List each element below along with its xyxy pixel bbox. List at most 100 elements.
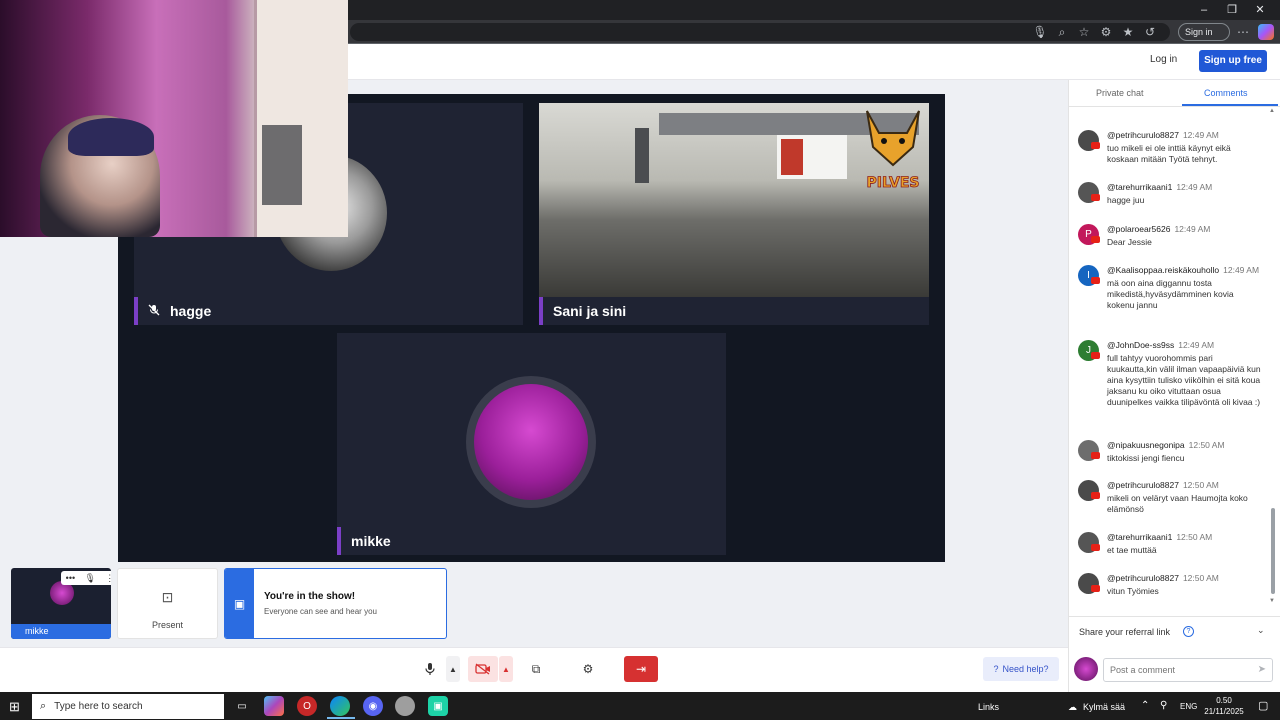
self-preview[interactable]: ••• 🎙 ⋮ mikke — [11, 568, 111, 639]
comments-list[interactable]: @petrihcurulo8827 12:49 AM tuo mikeli ei o… — [1070, 110, 1270, 610]
camera-options-button[interactable]: ▲ — [499, 656, 513, 682]
comment-time: 12:50 AM — [1176, 532, 1213, 542]
send-icon[interactable]: ➤ — [1258, 664, 1266, 675]
divider — [1069, 106, 1280, 107]
close-window-button[interactable]: ✕ — [1246, 3, 1274, 17]
search-icon: ⌕ — [40, 700, 47, 712]
links-toolbar[interactable]: Links — [978, 702, 999, 712]
task-view-icon[interactable]: ▭ — [232, 696, 252, 716]
muted-mic-icon — [148, 297, 160, 325]
comment-time: 12:50 AM — [1182, 480, 1219, 490]
kebab-menu-icon[interactable]: ⋮ — [105, 573, 111, 584]
comment-time: 12:49 AM — [1178, 340, 1215, 350]
comment-text: Dear Jessie — [1107, 237, 1152, 247]
need-help-label: Need help? — [1002, 664, 1049, 674]
opera-icon[interactable]: O — [297, 696, 317, 716]
participant-name: mikke — [351, 533, 391, 549]
signup-button[interactable]: Sign up free — [1199, 50, 1267, 72]
camera-button[interactable] — [468, 656, 498, 682]
microphone-button[interactable] — [416, 656, 444, 682]
microphone-options-button[interactable]: ▲ — [446, 656, 460, 682]
comment-username: @tarehurrikaani1 — [1107, 182, 1173, 192]
youtube-icon — [1091, 194, 1100, 201]
browser-signin-button[interactable]: Sign in — [1178, 23, 1230, 41]
comment-username: @Kaalisoppaa.reiskäkouhollo — [1107, 265, 1220, 275]
tab-private-chat[interactable]: Private chat — [1096, 88, 1144, 98]
settings-button[interactable]: ⚙ — [574, 656, 602, 682]
search-placeholder: Type here to search — [54, 701, 143, 712]
copilot-app-icon[interactable] — [264, 696, 284, 716]
pilves-logo: PILVES — [866, 110, 920, 191]
zoom-icon[interactable]: ⌕ — [1052, 20, 1072, 44]
comment-text: full tahtyy vuorohommis pari kuukautta,k… — [1107, 353, 1261, 407]
windows-start-icon[interactable]: ⊞ — [9, 699, 20, 715]
history-icon[interactable]: ↺ — [1140, 20, 1160, 44]
chevron-up-icon[interactable]: ⌃ — [1141, 700, 1149, 711]
favorites-icon[interactable]: ★ — [1118, 20, 1138, 44]
comment-time: 12:49 AM — [1223, 265, 1260, 275]
maximize-button[interactable]: ❐ — [1218, 3, 1246, 17]
webcam-overlay — [0, 0, 348, 237]
scroll-up-arrow-icon[interactable]: ▲ — [1269, 108, 1275, 114]
favorite-star-icon[interactable]: ☆ — [1074, 20, 1094, 44]
participant-tile-sani[interactable]: PILVES Sani ja sini — [539, 103, 929, 325]
comment-username: @polaroear5626 — [1107, 224, 1171, 234]
discord-icon[interactable]: ◉ — [363, 696, 383, 716]
comment-time: 12:50 AM — [1188, 440, 1225, 450]
weather-text: Kylmä sää — [1083, 702, 1126, 712]
comment-username: @tarehurrikaani1 — [1107, 532, 1173, 542]
youtube-icon — [1091, 585, 1100, 592]
comment-text: mä oon aina diggannu tosta mikedistä,hyv… — [1107, 278, 1234, 310]
minimize-button[interactable]: – — [1190, 3, 1218, 17]
app-icon[interactable]: ▣ — [428, 696, 448, 716]
language-indicator[interactable]: ENG — [1180, 702, 1197, 711]
extensions-icon[interactable]: ⚙ — [1096, 20, 1116, 44]
chevron-up-icon: ▲ — [449, 664, 457, 674]
share-screen-button[interactable]: ⧉ — [522, 656, 550, 682]
leave-studio-button[interactable]: ⇥ — [624, 656, 658, 682]
comment-username: @petrihcurulo8827 — [1107, 130, 1179, 140]
notification-icon[interactable]: ▢ — [1258, 699, 1268, 712]
edge-icon[interactable] — [330, 696, 350, 716]
pilves-logo-text: PILVES — [867, 175, 920, 191]
comment-text: tuo mikeli ei ole inttiä käynyt eikä kos… — [1107, 143, 1231, 164]
participant-nametag: Sani ja sini — [539, 297, 638, 325]
comment-username: @petrihcurulo8827 — [1107, 573, 1179, 583]
comment-header: @tarehurrikaani1 12:50 AM — [1107, 532, 1212, 542]
participant-avatar — [466, 376, 596, 508]
avatar — [1074, 657, 1098, 681]
comment-username: @petrihcurulo8827 — [1107, 480, 1179, 490]
present-button[interactable]: ⊡ Present — [117, 568, 218, 639]
comment-text: et tae muttää — [1107, 545, 1157, 555]
comment-time: 12:50 AM — [1182, 573, 1219, 583]
comment-input[interactable] — [1110, 663, 1250, 677]
taskbar-clock[interactable]: 0.50 21/11/2025 — [1200, 695, 1248, 717]
exit-icon: ⇥ — [635, 662, 647, 676]
scrollbar-thumb[interactable] — [1271, 508, 1275, 594]
chevron-down-icon[interactable]: ⌄ — [1257, 625, 1265, 636]
youtube-icon — [1091, 236, 1100, 243]
youtube-icon — [1091, 277, 1100, 284]
clock-time: 0.50 — [1216, 696, 1232, 705]
weather-widget[interactable]: ☁ Kylmä sää — [1068, 702, 1125, 713]
need-help-button[interactable]: ? Need help? — [983, 657, 1059, 681]
taskbar-search[interactable]: ⌕ Type here to search — [32, 694, 224, 719]
youtube-icon — [1091, 544, 1100, 551]
present-screen-icon: ⊡ — [161, 589, 174, 605]
mic-icon[interactable]: 🎙 — [84, 573, 95, 584]
clock-date: 21/11/2025 — [1204, 707, 1244, 716]
app-icon[interactable] — [395, 696, 415, 716]
share-screen-icon: ⧉ — [531, 661, 541, 676]
scroll-down-arrow-icon[interactable]: ▼ — [1269, 598, 1275, 604]
comment-header: @petrihcurulo8827 12:50 AM — [1107, 480, 1219, 490]
mic-icon[interactable]: 🎙 — [1030, 20, 1050, 44]
more-dots-icon[interactable]: ••• — [66, 573, 75, 583]
login-link[interactable]: Log in — [1150, 54, 1177, 65]
help-circle-icon[interactable]: ? — [1183, 626, 1194, 637]
youtube-icon — [1091, 352, 1100, 359]
comment-header: @JohnDoe-ss9ss 12:49 AM — [1107, 340, 1214, 350]
copilot-icon[interactable] — [1258, 24, 1274, 40]
network-icon[interactable]: ⚲ — [1160, 700, 1167, 711]
more-menu-icon[interactable]: ⋯ — [1233, 20, 1253, 44]
tab-comments[interactable]: Comments — [1204, 88, 1248, 98]
